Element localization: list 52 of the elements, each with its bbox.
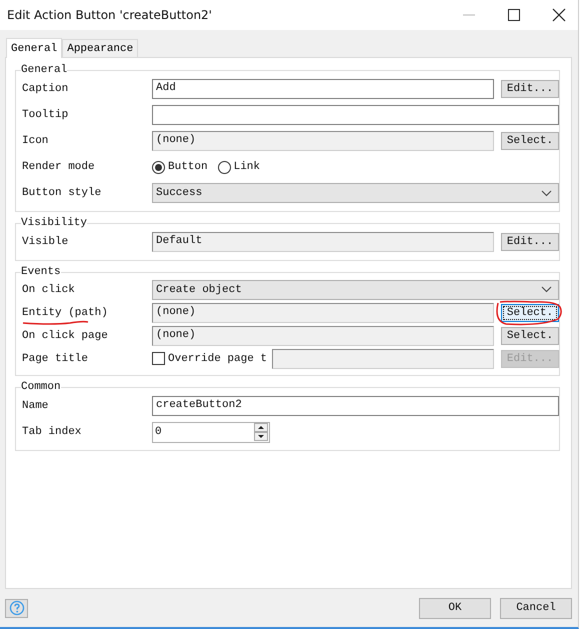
edit-button[interactable]: Select. bbox=[501, 132, 559, 150]
text-field[interactable]: createButton2 bbox=[152, 396, 559, 416]
group-title: Events bbox=[21, 266, 61, 278]
text-field[interactable] bbox=[272, 348, 494, 368]
checkbox[interactable] bbox=[152, 352, 165, 365]
spinner-arrows-icon[interactable] bbox=[254, 423, 268, 441]
text-field[interactable]: Default bbox=[152, 232, 494, 252]
tab[interactable]: General bbox=[6, 38, 62, 58]
text-field[interactable]: (none) bbox=[152, 131, 494, 151]
edit-button[interactable]: Select. bbox=[501, 326, 559, 344]
window-title: Edit Action Button 'createButton2' bbox=[7, 8, 212, 22]
number-field[interactable]: 0 bbox=[152, 422, 270, 442]
close-icon[interactable] bbox=[552, 8, 566, 22]
field-label: On click page bbox=[22, 330, 108, 342]
field-label: Entity (path) bbox=[22, 306, 108, 318]
field-label: Tab index bbox=[22, 426, 82, 438]
chevron-down-icon bbox=[541, 190, 552, 196]
edit-button[interactable]: Edit... bbox=[501, 233, 559, 251]
edit-button[interactable]: Edit... bbox=[501, 80, 559, 98]
text-field[interactable]: (none) bbox=[152, 302, 494, 322]
dropdown[interactable]: Success bbox=[152, 183, 559, 203]
radio-button[interactable] bbox=[218, 160, 231, 174]
tab[interactable]: Appearance bbox=[62, 39, 138, 57]
field-label: Render mode bbox=[22, 161, 95, 173]
field-label: Caption bbox=[22, 83, 68, 95]
field-label: Button style bbox=[22, 187, 102, 199]
dialog-button[interactable]: Cancel bbox=[500, 598, 572, 618]
radio-label: Link bbox=[234, 161, 260, 173]
field-label: Tooltip bbox=[22, 109, 68, 121]
edit-button[interactable]: Select. bbox=[501, 304, 559, 322]
chevron-down-icon bbox=[541, 286, 552, 293]
group-title: General bbox=[21, 64, 68, 76]
help-button[interactable] bbox=[5, 598, 28, 618]
dropdown[interactable]: Create object bbox=[152, 280, 559, 300]
radio-label: Button bbox=[168, 161, 208, 173]
text-field[interactable]: Add bbox=[152, 79, 494, 99]
text-field[interactable] bbox=[152, 105, 559, 125]
radio-option[interactable]: Button bbox=[152, 160, 208, 174]
radio-option[interactable]: Link bbox=[218, 160, 260, 174]
field-label: Icon bbox=[22, 135, 48, 147]
field-label: Visible bbox=[22, 236, 68, 248]
group-title: Visibility bbox=[21, 217, 88, 229]
field-label: Page title bbox=[22, 352, 88, 364]
field-label: On click bbox=[22, 284, 75, 296]
field-label: Name bbox=[22, 400, 48, 412]
help-icon bbox=[8, 600, 24, 616]
radio-button[interactable] bbox=[152, 160, 165, 174]
group-title: Common bbox=[21, 381, 61, 393]
checkbox-label: Override page t bbox=[168, 352, 268, 364]
maximize-icon[interactable] bbox=[507, 8, 521, 22]
dialog-button[interactable]: OK bbox=[419, 598, 491, 618]
text-field[interactable]: (none) bbox=[152, 326, 494, 346]
